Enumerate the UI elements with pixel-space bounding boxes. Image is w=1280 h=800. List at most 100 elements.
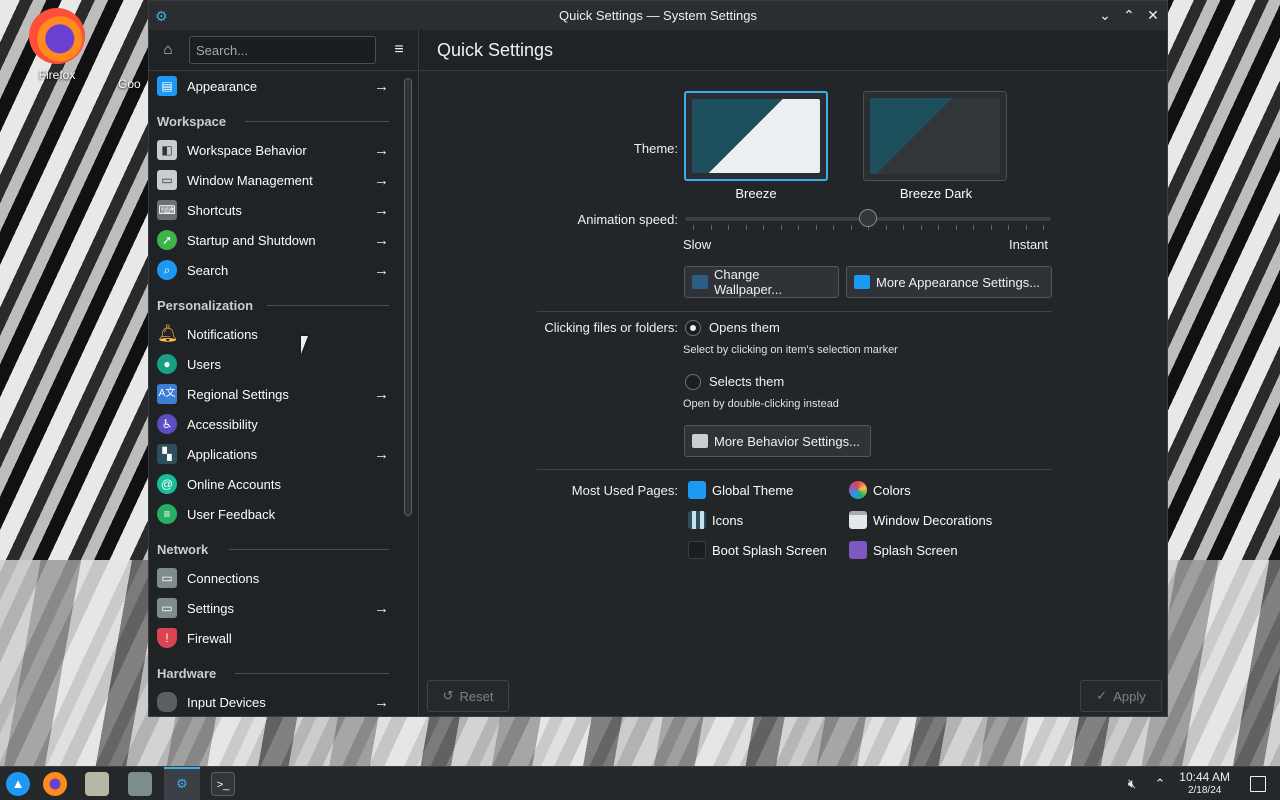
most-used-boot-splash[interactable]: Boot Splash Screen bbox=[688, 541, 827, 559]
sidebar-item-shortcuts[interactable]: ⌨ Shortcuts → bbox=[149, 195, 397, 225]
boot-splash-icon bbox=[688, 541, 706, 559]
terminal-icon[interactable]: >_ bbox=[211, 772, 235, 796]
appearance-icon bbox=[854, 275, 870, 289]
software-center-icon[interactable] bbox=[128, 772, 152, 796]
close-button[interactable]: ✕ bbox=[1143, 5, 1163, 25]
sidebar-item-label: Regional Settings bbox=[187, 386, 289, 402]
sidebar-item-label: Workspace Behavior bbox=[187, 142, 307, 158]
reset-icon: ↺ bbox=[442, 688, 454, 703]
most-used-splash-screen[interactable]: Splash Screen bbox=[849, 541, 958, 559]
section-title-personalization: Personalization bbox=[149, 285, 397, 319]
theme-card-breeze-dark[interactable] bbox=[863, 91, 1007, 181]
slider-tick bbox=[1008, 225, 1009, 230]
sidebar-item-appearance[interactable]: ▤ Appearance → bbox=[149, 71, 397, 101]
reset-button[interactable]: ↺ Reset bbox=[427, 680, 509, 712]
arrow-right-icon: → bbox=[374, 141, 389, 159]
speaker-muted-icon[interactable]: 🔇︎ bbox=[1120, 772, 1144, 796]
animation-speed-label: Animation speed: bbox=[577, 212, 678, 227]
mouse-icon bbox=[157, 692, 177, 712]
arrow-right-icon: → bbox=[374, 445, 389, 463]
chevron-up-icon[interactable]: ⌃ bbox=[1148, 772, 1172, 796]
clock[interactable]: 10:44 AM 2/18/24 bbox=[1179, 771, 1230, 797]
search-icon: ⌕ bbox=[157, 260, 177, 280]
sidebar-item-startup-shutdown[interactable]: ➚ Startup and Shutdown → bbox=[149, 225, 397, 255]
slider-tick bbox=[780, 225, 782, 230]
desktop-icon-google[interactable]: Goo bbox=[118, 77, 148, 91]
maximize-button[interactable]: ⌃ bbox=[1119, 5, 1139, 25]
sidebar-item-workspace-behavior[interactable]: ◧ Workspace Behavior → bbox=[149, 135, 397, 165]
section-title-network: Network bbox=[149, 529, 397, 563]
more-behavior-settings-button[interactable]: More Behavior Settings... bbox=[684, 425, 871, 457]
opens-them-label[interactable]: Opens them bbox=[709, 320, 780, 335]
arrow-right-icon: → bbox=[374, 693, 389, 711]
most-used-global-theme[interactable]: Global Theme bbox=[688, 481, 793, 499]
selects-them-radio[interactable] bbox=[685, 374, 701, 390]
apply-button[interactable]: ✓ Apply bbox=[1080, 680, 1162, 712]
slider-tick bbox=[885, 225, 887, 230]
window-titlebar[interactable]: ⚙ Quick Settings — System Settings ⌄ ⌃ ✕ bbox=[149, 1, 1167, 30]
firefox-taskbar-icon[interactable] bbox=[43, 772, 67, 796]
most-used-window-decorations[interactable]: Window Decorations bbox=[849, 511, 992, 529]
sidebar-item-notifications[interactable]: 🔔︎ Notifications bbox=[149, 319, 397, 349]
sidebar-item-label: Appearance bbox=[187, 78, 258, 94]
page-title: Quick Settings bbox=[420, 30, 1167, 71]
change-wallpaper-button[interactable]: Change Wallpaper... bbox=[684, 266, 839, 298]
splash-screen-icon bbox=[849, 541, 867, 559]
selects-them-label[interactable]: Selects them bbox=[709, 374, 784, 389]
minimize-button[interactable]: ⌄ bbox=[1095, 5, 1115, 25]
sidebar-item-online-accounts[interactable]: @ Online Accounts bbox=[149, 469, 397, 499]
desktop-icon-label: Goo bbox=[118, 77, 141, 91]
wallpaper-icon bbox=[692, 275, 708, 289]
accessibility-icon: ♿︎ bbox=[157, 414, 177, 434]
hamburger-menu-button[interactable]: ≡ bbox=[386, 37, 412, 63]
workspace-behavior-icon bbox=[692, 434, 708, 448]
sidebar-item-label: Users bbox=[187, 356, 221, 372]
slider-tick bbox=[1043, 225, 1044, 230]
selects-them-hint: Open by double-clicking instead bbox=[683, 398, 839, 410]
theme-name-breeze: Breeze bbox=[735, 186, 777, 201]
theme-card-breeze[interactable] bbox=[684, 91, 828, 181]
home-button[interactable]: ⌂ bbox=[155, 37, 181, 63]
slider-tick bbox=[745, 225, 747, 230]
sidebar-item-users[interactable]: ● Users bbox=[149, 349, 397, 379]
link-label: Splash Screen bbox=[873, 542, 958, 558]
sidebar-item-firewall[interactable]: ! Firewall bbox=[149, 623, 397, 653]
sidebar-item-user-feedback[interactable]: ≡ User Feedback bbox=[149, 499, 397, 529]
breeze-preview-image bbox=[692, 99, 820, 173]
sidebar-item-regional-settings[interactable]: A文 Regional Settings → bbox=[149, 379, 397, 409]
link-label: Colors bbox=[873, 482, 911, 498]
sidebar-item-window-management[interactable]: ▭ Window Management → bbox=[149, 165, 397, 195]
opens-them-radio[interactable] bbox=[685, 320, 701, 336]
sidebar-list: ▤ Appearance → Workspace ◧ Workspace Beh… bbox=[149, 71, 397, 716]
quick-settings-content: Theme: Breeze Breeze Dark Animation spee… bbox=[420, 71, 1167, 716]
file-manager-icon[interactable] bbox=[85, 772, 109, 796]
language-icon: A文 bbox=[157, 384, 177, 404]
check-icon: ✓ bbox=[1096, 688, 1108, 703]
desktop-icon-firefox[interactable]: Firefox bbox=[22, 0, 92, 82]
sidebar-item-accessibility[interactable]: ♿︎ Accessibility bbox=[149, 409, 397, 439]
sidebar-item-network-settings[interactable]: ▭ Settings → bbox=[149, 593, 397, 623]
sidebar-item-applications[interactable]: ▚ Applications → bbox=[149, 439, 397, 469]
system-settings-taskbar-icon[interactable]: ⚙ bbox=[170, 772, 194, 796]
sidebar-item-connections[interactable]: ▭ Connections bbox=[149, 563, 397, 593]
divider bbox=[537, 311, 1052, 312]
slider-tick bbox=[693, 225, 694, 230]
window-management-icon: ▭ bbox=[157, 170, 177, 190]
colors-icon bbox=[849, 481, 867, 499]
menu-icon: ≡ bbox=[394, 41, 404, 58]
animation-speed-handle[interactable] bbox=[859, 209, 877, 227]
time-text: 10:44 AM bbox=[1179, 770, 1230, 784]
search-input[interactable] bbox=[189, 36, 376, 64]
sidebar-item-input-devices[interactable]: Input Devices → bbox=[149, 687, 397, 716]
show-desktop-icon[interactable] bbox=[1250, 776, 1266, 792]
most-used-colors[interactable]: Colors bbox=[849, 481, 911, 499]
more-appearance-settings-button[interactable]: More Appearance Settings... bbox=[846, 266, 1052, 298]
slider-tick bbox=[938, 225, 939, 230]
sidebar-scrollbar[interactable] bbox=[404, 78, 412, 516]
most-used-pages-label: Most Used Pages: bbox=[571, 483, 678, 498]
most-used-icons[interactable]: Icons bbox=[688, 511, 743, 529]
global-theme-icon bbox=[688, 481, 706, 499]
app-launcher-icon[interactable]: ▲ bbox=[6, 772, 30, 796]
sidebar-item-search[interactable]: ⌕ Search → bbox=[149, 255, 397, 285]
at-icon: @ bbox=[157, 474, 177, 494]
